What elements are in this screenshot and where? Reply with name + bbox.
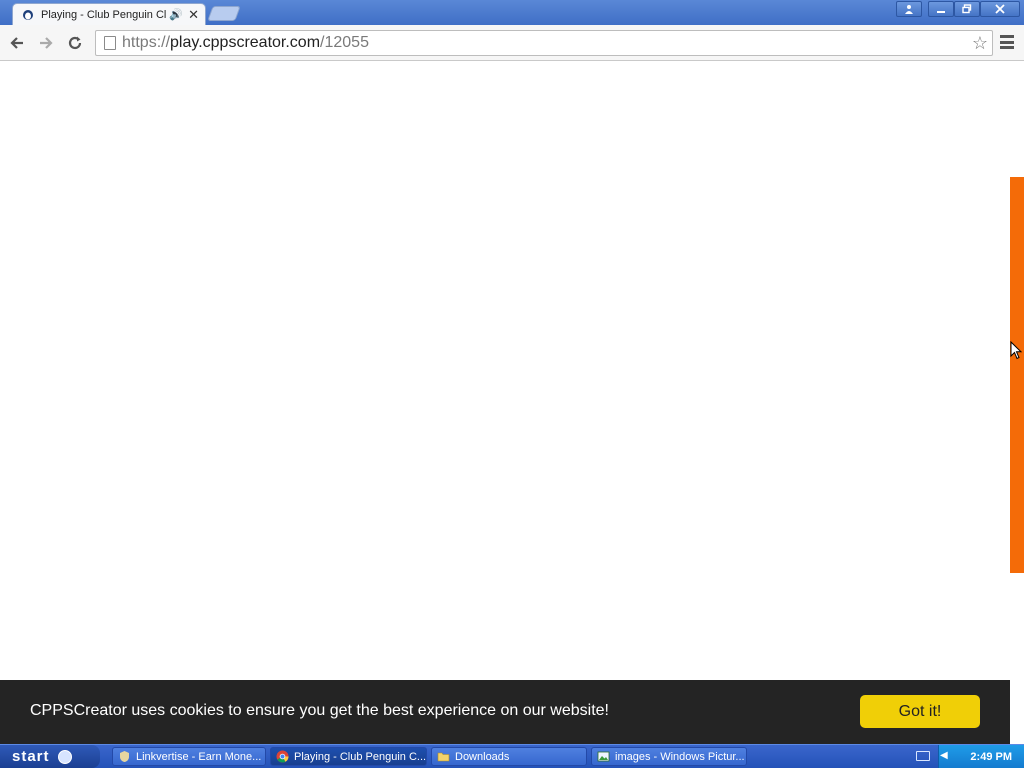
forward-arrow-icon[interactable] bbox=[36, 33, 56, 53]
taskbar-item-images[interactable]: images - Windows Pictur... bbox=[591, 747, 747, 766]
browser-tab-active[interactable]: Playing - Club Penguin Cla 🔊 ✕ bbox=[12, 3, 206, 25]
start-button[interactable]: start bbox=[0, 745, 100, 768]
folder-icon bbox=[437, 750, 450, 763]
reload-icon[interactable] bbox=[65, 33, 85, 53]
back-arrow-icon[interactable] bbox=[7, 33, 27, 53]
address-bar[interactable]: https://play.cppscreator.com/12055 ☆ bbox=[95, 30, 993, 56]
menu-hamburger-icon[interactable] bbox=[1000, 35, 1014, 49]
start-orb-icon bbox=[57, 749, 72, 764]
start-label: start bbox=[12, 748, 50, 765]
minimize-icon[interactable] bbox=[928, 1, 954, 17]
page-icon bbox=[104, 36, 116, 50]
taskbar-item-chrome[interactable]: Playing - Club Penguin C... bbox=[270, 747, 427, 766]
tray-expand-arrow-icon[interactable]: ◀ bbox=[940, 750, 952, 762]
cookie-banner: CPPSCreator uses cookies to ensure you g… bbox=[0, 680, 1010, 744]
user-icon[interactable] bbox=[896, 1, 922, 17]
taskbar-item-linkvertise[interactable]: Linkvertise - Earn Mone... bbox=[112, 747, 266, 766]
restore-icon[interactable] bbox=[954, 1, 980, 17]
shield-icon bbox=[118, 750, 131, 763]
taskbar-item-label: Linkvertise - Earn Mone... bbox=[136, 750, 262, 763]
cookie-accept-button[interactable]: Got it! bbox=[860, 695, 980, 728]
keyboard-icon[interactable] bbox=[916, 751, 930, 761]
penguin-favicon-icon bbox=[21, 8, 35, 22]
chrome-icon bbox=[276, 750, 289, 763]
url-text: https://play.cppscreator.com/12055 bbox=[122, 34, 369, 51]
window-controls bbox=[896, 0, 1020, 18]
close-icon[interactable]: ✕ bbox=[188, 7, 199, 23]
page-viewport bbox=[0, 62, 1024, 740]
bookmark-star-icon[interactable]: ☆ bbox=[972, 33, 988, 54]
tab-title: Playing - Club Penguin Cla bbox=[41, 8, 167, 21]
browser-titlebar: Playing - Club Penguin Cla 🔊 ✕ bbox=[0, 0, 1024, 25]
side-feedback-tab[interactable] bbox=[1010, 177, 1024, 573]
speaker-icon: 🔊 bbox=[169, 9, 184, 21]
windows-taskbar: start Linkvertise - Earn Mone... Playing… bbox=[0, 744, 1024, 768]
browser-toolbar: https://play.cppscreator.com/12055 ☆ bbox=[0, 25, 1024, 61]
taskbar-item-label: Playing - Club Penguin C... bbox=[294, 750, 427, 763]
taskbar-item-label: Downloads bbox=[455, 750, 510, 763]
cookie-message: CPPSCreator uses cookies to ensure you g… bbox=[30, 702, 609, 719]
clock[interactable]: 2:49 PM bbox=[970, 751, 1012, 763]
close-icon[interactable] bbox=[980, 1, 1020, 17]
taskbar-item-label: images - Windows Pictur... bbox=[615, 750, 745, 763]
mouse-cursor-icon bbox=[1010, 340, 1024, 361]
new-tab-button[interactable] bbox=[207, 6, 241, 21]
image-viewer-icon bbox=[597, 750, 610, 763]
taskbar-item-downloads[interactable]: Downloads bbox=[431, 747, 587, 766]
